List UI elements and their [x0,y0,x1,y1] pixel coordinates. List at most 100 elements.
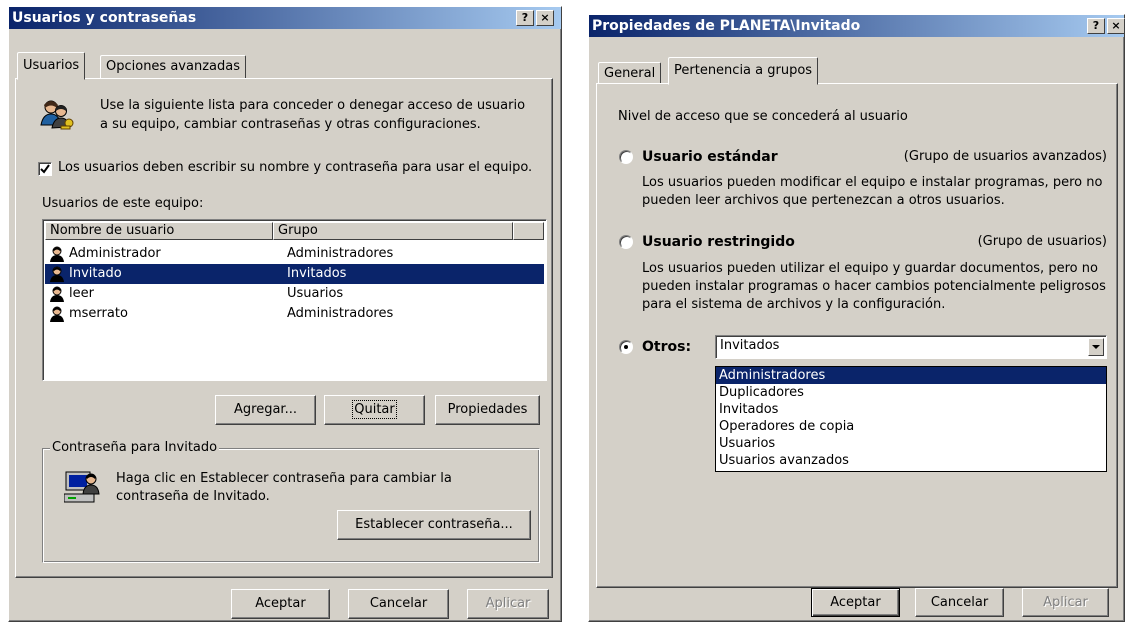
intro-text-1: Use la siguiente lista para conceder o d… [100,98,526,113]
apply-button[interactable]: Aplicar [1022,588,1109,617]
column-header-group[interactable]: Grupo [273,222,513,240]
user-properties-dialog: Propiedades de PLANETA\Invitado ? × Gene… [588,14,1125,622]
radio-dot-icon [624,345,628,349]
close-icon: × [540,11,550,24]
user-name: Invitado [69,266,122,281]
restricted-user-label[interactable]: Usuario restringido [642,234,795,250]
user-icon [50,286,64,302]
require-login-checkbox[interactable] [38,162,52,176]
close-icon: × [1111,19,1121,32]
titlebar[interactable]: Propiedades de PLANETA\Invitado [589,15,1124,37]
standard-user-desc-2: pueden leer archivos que pertenezcan a o… [642,193,1005,208]
users-passwords-dialog: Usuarios y contraseñas ? × Usuarios Opci… [8,6,562,622]
column-label: Nombre de usuario [50,223,175,238]
apply-button[interactable]: Aplicar [467,589,549,619]
user-group: Usuarios [287,286,344,301]
dialog-title: Usuarios y contraseñas [12,10,197,26]
user-name: Administrador [69,246,161,261]
dropdown-option[interactable]: Usuarios avanzados [716,452,1106,469]
tab-label: Usuarios [23,58,80,73]
standard-user-radio[interactable] [619,150,633,164]
tab-label: General [604,66,656,81]
standard-user-desc-1: Los usuarios pueden modificar el equipo … [642,175,1103,190]
other-label[interactable]: Otros: [642,339,691,355]
group-combobox[interactable]: Invitados [715,335,1107,359]
close-button[interactable]: × [1107,18,1125,34]
user-icon [50,306,64,322]
computer-user-icon [64,471,100,503]
restricted-user-desc-2: pueden instalar programas o hacer cambio… [642,279,1106,294]
standard-user-label[interactable]: Usuario estándar [642,149,778,165]
user-name: leer [69,286,94,301]
users-keys-icon [40,100,74,130]
dropdown-option[interactable]: Invitados [716,401,1106,418]
restricted-user-radio[interactable] [619,235,633,249]
button-label: Aplicar [485,596,531,611]
add-user-button[interactable]: Agregar... [215,395,316,425]
user-icon [50,266,64,282]
button-label: Agregar... [234,402,297,417]
dropdown-option[interactable]: Usuarios [716,435,1106,452]
button-label: Aceptar [255,596,306,611]
help-icon: ? [521,11,529,24]
tab-group-membership[interactable]: Pertenencia a grupos [668,57,819,85]
checkmark-icon [40,164,50,174]
user-icon [50,246,64,262]
cancel-button[interactable]: Cancelar [915,588,1004,617]
column-header-username[interactable]: Nombre de usuario [45,222,273,240]
help-icon: ? [1092,19,1100,32]
button-label: Propiedades [447,402,528,417]
other-radio[interactable] [619,340,633,354]
user-group: Administradores [287,246,394,261]
user-group: Administradores [287,306,394,321]
column-label: Grupo [278,223,318,238]
group-dropdown-list[interactable]: Administradores Duplicadores Invitados O… [715,366,1107,472]
tab-label: Opciones avanzadas [106,59,240,74]
restricted-user-desc-1: Los usuarios pueden utilizar el equipo y… [642,261,1098,276]
tab-general[interactable]: General [598,62,662,83]
button-label: Quitar [352,400,397,419]
properties-button[interactable]: Propiedades [435,395,540,425]
table-row[interactable]: Administrador Administradores [45,244,544,264]
titlebar[interactable]: Usuarios y contraseñas [9,7,561,29]
button-label: Cancelar [930,595,989,610]
cancel-button[interactable]: Cancelar [348,589,449,619]
help-button[interactable]: ? [1087,18,1105,34]
dropdown-option[interactable]: Duplicadores [716,384,1106,401]
chevron-down-icon [1092,345,1100,349]
tab-opciones-avanzadas[interactable]: Opciones avanzadas [100,55,246,78]
table-row[interactable]: mserrato Administradores [45,304,544,324]
restricted-user-group-hint: (Grupo de usuarios) [977,234,1107,249]
combo-value: Invitados [720,338,780,353]
dropdown-button[interactable] [1088,338,1104,356]
require-login-label[interactable]: Los usuarios deben escribir su nombre y … [58,160,532,176]
ok-button[interactable]: Aceptar [231,589,330,619]
dialog-title: Propiedades de PLANETA\Invitado [592,18,861,34]
access-level-label: Nivel de acceso que se concederá al usua… [618,109,908,124]
column-header-filler [513,222,544,240]
close-button[interactable]: × [536,10,554,26]
dropdown-option[interactable]: Operadores de copia [716,418,1106,435]
button-label: Establecer contraseña... [355,517,513,532]
dropdown-option[interactable]: Administradores [716,367,1106,384]
help-button[interactable]: ? [516,10,534,26]
users-list-label: Usuarios de este equipo: [42,196,204,211]
ok-button[interactable]: Aceptar [811,588,900,617]
user-group: Invitados [287,266,347,281]
users-listview[interactable]: Nombre de usuario Grupo Administrador Ad… [42,219,547,381]
password-help-2: contraseña de Invitado. [116,489,270,504]
tab-usuarios[interactable]: Usuarios [17,52,86,80]
table-row[interactable]: leer Usuarios [45,284,544,304]
button-label: Aceptar [830,595,881,610]
table-row[interactable]: Invitado Invitados [45,264,544,284]
restricted-user-desc-3: para el sistema de archivos y la configu… [642,297,946,312]
remove-user-button[interactable]: Quitar [324,395,425,425]
set-password-button[interactable]: Establecer contraseña... [337,510,531,540]
user-name: mserrato [69,306,128,321]
password-groupbox [42,448,540,563]
standard-user-group-hint: (Grupo de usuarios avanzados) [903,149,1107,164]
password-group-label: Contraseña para Invitado [50,440,220,456]
tab-label: Pertenencia a grupos [674,63,813,78]
intro-text-2: a su equipo, cambiar contraseñas y otras… [100,117,481,132]
button-label: Aplicar [1043,595,1088,610]
